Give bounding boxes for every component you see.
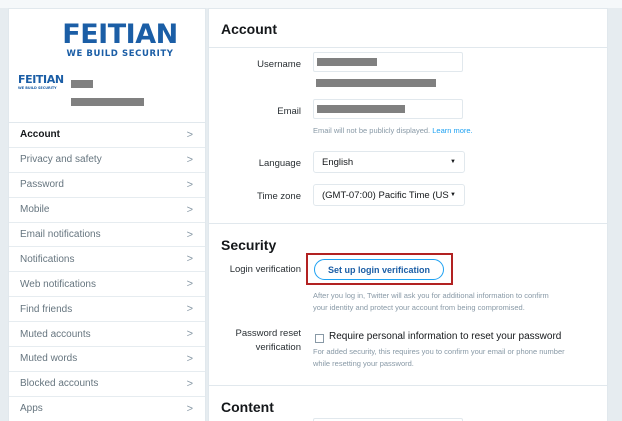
username-label: Username (257, 59, 301, 70)
timezone-value: (GMT-07:00) Pacific Time (US (322, 189, 449, 201)
sidebar-item-label: Password (20, 179, 64, 191)
sidebar-item-label: Find friends (20, 303, 73, 315)
sidebar-item-password[interactable]: Password > (9, 173, 205, 198)
sidebar-item-label: Apps (20, 403, 43, 415)
language-select[interactable]: English ▼ (313, 151, 465, 173)
sidebar-item-apps[interactable]: Apps > (9, 397, 205, 421)
avatar[interactable]: FEITIAN WE BUILD SECURITY (18, 74, 66, 91)
brand-logo: FEITIAN WE BUILD SECURITY (60, 19, 180, 60)
email-hint-text: Email will not be publicly displayed. (313, 126, 431, 135)
chevron-right-icon: > (186, 253, 193, 266)
redacted-display-name (71, 80, 93, 88)
chevron-right-icon: > (186, 377, 193, 390)
chevron-right-icon: > (186, 203, 193, 216)
brand-logo-name: FEITIAN (62, 19, 178, 50)
email-hint: Email will not be publicly displayed. Le… (313, 125, 473, 137)
email-label: Email (277, 106, 301, 117)
sidebar-item-label: Email notifications (20, 229, 101, 240)
sidebar: FEITIAN WE BUILD SECURITY FEITIAN WE BUI… (8, 8, 206, 421)
password-reset-hint: For added security, this requires you to… (313, 346, 565, 370)
sidebar-item-mobile[interactable]: Mobile > (9, 198, 205, 223)
chevron-right-icon: > (186, 153, 193, 166)
sidebar-item-muted-accounts[interactable]: Muted accounts > (9, 322, 205, 348)
learn-more-link[interactable]: Learn more. (432, 126, 472, 135)
section-divider (209, 47, 607, 48)
settings-main-panel: Account Username Email Email will not be… (208, 8, 608, 421)
chevron-right-icon: > (186, 328, 193, 341)
timezone-label: Time zone (257, 191, 301, 202)
timezone-select[interactable]: (GMT-07:00) Pacific Time (US ▼ (313, 184, 465, 206)
section-divider (209, 385, 607, 386)
redacted-email (317, 105, 405, 113)
redacted-username (317, 58, 377, 66)
chevron-right-icon: > (186, 278, 193, 291)
sidebar-item-label: Mobile (20, 204, 50, 216)
password-reset-checkbox[interactable] (315, 334, 324, 343)
chevron-right-icon: > (186, 402, 193, 415)
sidebar-item-blocked-accounts[interactable]: Blocked accounts > (9, 372, 205, 397)
content-section-title: Content (221, 399, 274, 415)
redacted-profile-url (316, 79, 436, 87)
password-reset-label-line-1: Password reset (235, 328, 301, 339)
chevron-right-icon: > (186, 178, 193, 191)
sidebar-item-label: Blocked accounts (20, 378, 99, 390)
sidebar-item-label: Muted accounts (20, 328, 91, 340)
language-value: English (322, 156, 354, 168)
login-verification-label: Login verification (229, 264, 301, 275)
login-verification-hint-line-2: your identity and protect your account f… (313, 303, 525, 312)
username-input[interactable] (313, 52, 463, 72)
email-input[interactable] (313, 99, 463, 119)
sidebar-item-account[interactable]: Account > (9, 123, 205, 148)
password-reset-label-line-2: verification (255, 342, 301, 353)
login-verification-hint-line-1: After you log in, Twitter will ask you f… (313, 291, 549, 300)
redacted-handle (71, 98, 144, 106)
sidebar-item-label: Muted words (20, 353, 78, 365)
chevron-right-icon: > (186, 128, 193, 141)
language-label: Language (258, 158, 301, 169)
avatar-logo-name: FEITIAN (18, 73, 64, 86)
password-reset-label: Password reset verification (213, 327, 301, 355)
chevron-right-icon: > (186, 303, 193, 316)
sidebar-item-privacy-and-safety[interactable]: Privacy and safety > (9, 148, 205, 173)
window-top-edge (0, 0, 622, 8)
sidebar-item-muted-words[interactable]: Muted words > (9, 347, 205, 372)
account-section-title: Account (221, 21, 277, 37)
chevron-right-icon: > (186, 352, 193, 365)
chevron-right-icon: > (186, 228, 193, 241)
dropdown-arrow-icon: ▼ (450, 159, 456, 165)
settings-nav: Account > Privacy and safety > Password … (9, 123, 205, 421)
password-reset-hint-line-1: For added security, this requires you to… (313, 347, 565, 356)
avatar-logo-tagline: WE BUILD SECURITY (18, 86, 57, 90)
sidebar-item-label: Notifications (20, 253, 75, 265)
sidebar-item-notifications[interactable]: Notifications > (9, 247, 205, 273)
dropdown-arrow-icon: ▼ (450, 192, 456, 198)
page-gutter (608, 8, 622, 421)
brand-logo-tagline: WE BUILD SECURITY (66, 49, 174, 59)
sidebar-item-find-friends[interactable]: Find friends > (9, 297, 205, 323)
sidebar-item-label: Account (20, 129, 60, 141)
sidebar-item-label: Web notifications (20, 278, 96, 290)
setup-login-verification-button[interactable]: Set up login verification (314, 259, 444, 280)
section-divider (209, 223, 607, 224)
sidebar-item-email-notifications[interactable]: Email notifications > (9, 223, 205, 248)
password-reset-hint-line-2: while resetting your password. (313, 359, 414, 368)
sidebar-item-web-notifications[interactable]: Web notifications > (9, 272, 205, 298)
profile-card: FEITIAN WE BUILD SECURITY FEITIAN WE BUI… (9, 9, 205, 123)
sidebar-item-label: Privacy and safety (20, 154, 102, 166)
password-reset-checkbox-label[interactable]: Require personal information to reset yo… (329, 331, 561, 342)
security-section-title: Security (221, 237, 277, 253)
login-verification-hint: After you log in, Twitter will ask you f… (313, 290, 549, 314)
